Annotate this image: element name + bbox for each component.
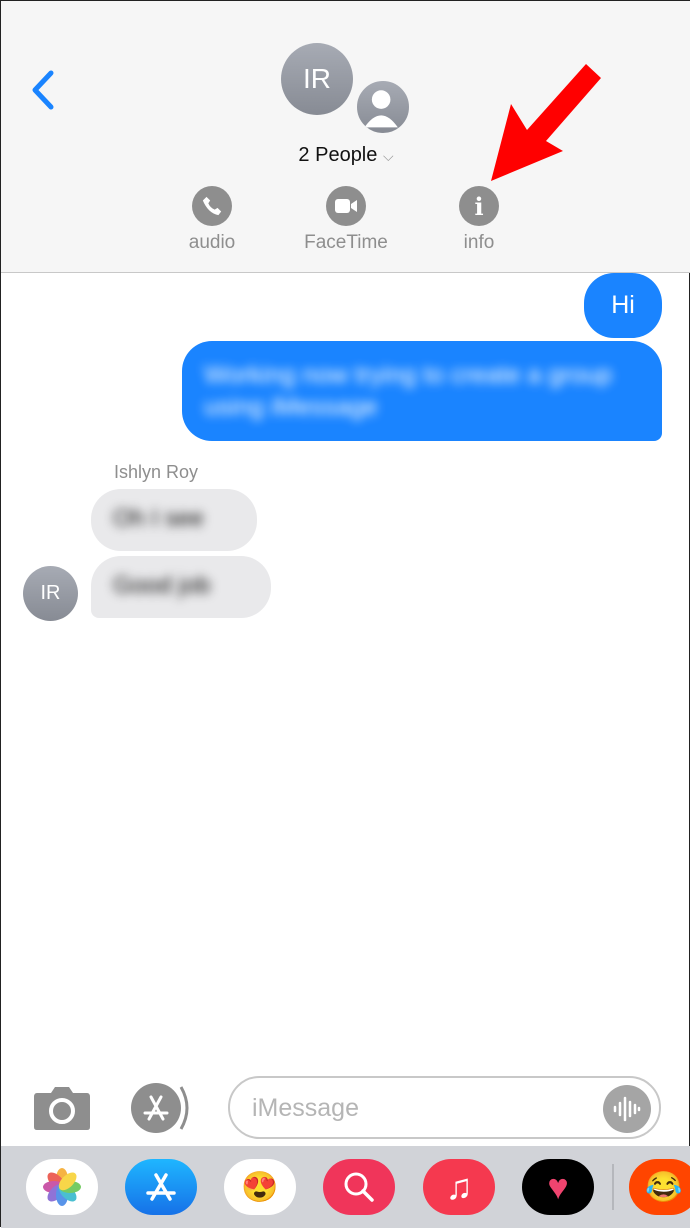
reddit-icon[interactable]: 😂 (629, 1159, 690, 1215)
photos-app-icon[interactable] (26, 1159, 98, 1215)
divider (612, 1164, 614, 1210)
app-store-button[interactable] (131, 1083, 193, 1133)
person-placeholder-icon[interactable] (355, 79, 411, 135)
sender-name: Ishlyn Roy (114, 462, 199, 482)
waveform-icon (613, 1096, 641, 1122)
info-icon: i (459, 186, 499, 226)
camera-icon[interactable] (33, 1085, 91, 1131)
message-bubble-outgoing[interactable]: Hi (584, 273, 662, 338)
message-bubble-outgoing[interactable]: Working now trying to create a group usi… (182, 341, 662, 441)
message-bubble-incoming[interactable]: Good job (91, 556, 271, 618)
memoji-icon[interactable]: 😍 (224, 1159, 296, 1215)
video-camera-icon (326, 186, 366, 226)
back-chevron-icon[interactable] (29, 69, 59, 111)
audio-button[interactable]: audio (152, 186, 272, 254)
music-icon[interactable]: ♫ (423, 1159, 495, 1215)
audio-message-button[interactable] (603, 1085, 651, 1133)
facetime-button[interactable]: FaceTime (286, 186, 406, 254)
heart-app-icon[interactable]: ♥ (522, 1159, 594, 1215)
phone-icon (192, 186, 232, 226)
message-bubble-incoming[interactable]: Oh I see (91, 489, 257, 551)
image-search-icon[interactable] (323, 1159, 395, 1215)
avatar[interactable]: IR (281, 43, 353, 115)
imessage-input[interactable]: iMessage (228, 1076, 661, 1139)
sender-avatar[interactable]: IR (23, 566, 78, 621)
red-arrow-annotation (491, 64, 601, 181)
info-button[interactable]: i info (419, 186, 539, 254)
chevron-down-icon: ⌵ (382, 148, 394, 164)
app-store-icon[interactable] (125, 1159, 197, 1215)
